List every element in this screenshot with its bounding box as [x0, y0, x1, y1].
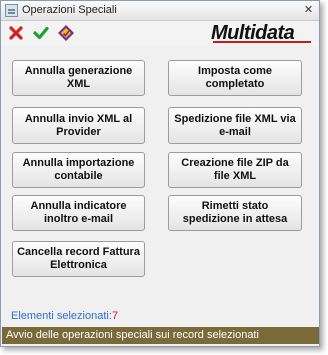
status-bar: Avvio delle operazioni speciali sui reco…	[2, 327, 319, 344]
close-red-x-icon[interactable]	[7, 24, 25, 42]
operazioni-speciali-window: Operazioni Speciali ✕ Multidata Annulla …	[0, 0, 320, 347]
logo-underline	[213, 41, 311, 43]
multidata-logo: Multidata	[211, 23, 315, 44]
title-bar: Operazioni Speciali ✕	[1, 1, 319, 21]
window-close-button[interactable]: ✕	[302, 4, 315, 16]
toolbar: Multidata	[1, 21, 319, 46]
window-title: Operazioni Speciali	[22, 4, 117, 16]
annulla-importazione-contabile-button[interactable]: Annulla importazione contabile	[12, 152, 145, 188]
spedizione-file-xml-button[interactable]: Spedizione file XML via e-mail	[168, 107, 302, 144]
annulla-generazione-xml-button[interactable]: Annulla generazione XML	[12, 60, 145, 96]
app-window-icon	[5, 4, 18, 17]
selected-items-label: Elementi selezionati:	[11, 310, 112, 322]
annulla-invio-xml-button[interactable]: Annulla invio XML al Provider	[12, 107, 145, 144]
creazione-file-zip-button[interactable]: Creazione file ZIP da file XML	[168, 152, 302, 188]
confirm-green-check-icon[interactable]	[32, 24, 50, 42]
rimetti-stato-spedizione-button[interactable]: Rimetti stato spedizione in attesa	[168, 195, 302, 231]
annulla-indicatore-inoltro-button[interactable]: Annulla indicatore inoltro e-mail	[12, 195, 145, 231]
special-operations-icon[interactable]	[57, 24, 75, 42]
cancella-record-fattura-button[interactable]: Cancella record Fattura Elettronica	[12, 241, 145, 277]
imposta-come-completato-button[interactable]: Imposta come completato	[168, 60, 302, 96]
selected-items-count: 7	[112, 310, 119, 322]
